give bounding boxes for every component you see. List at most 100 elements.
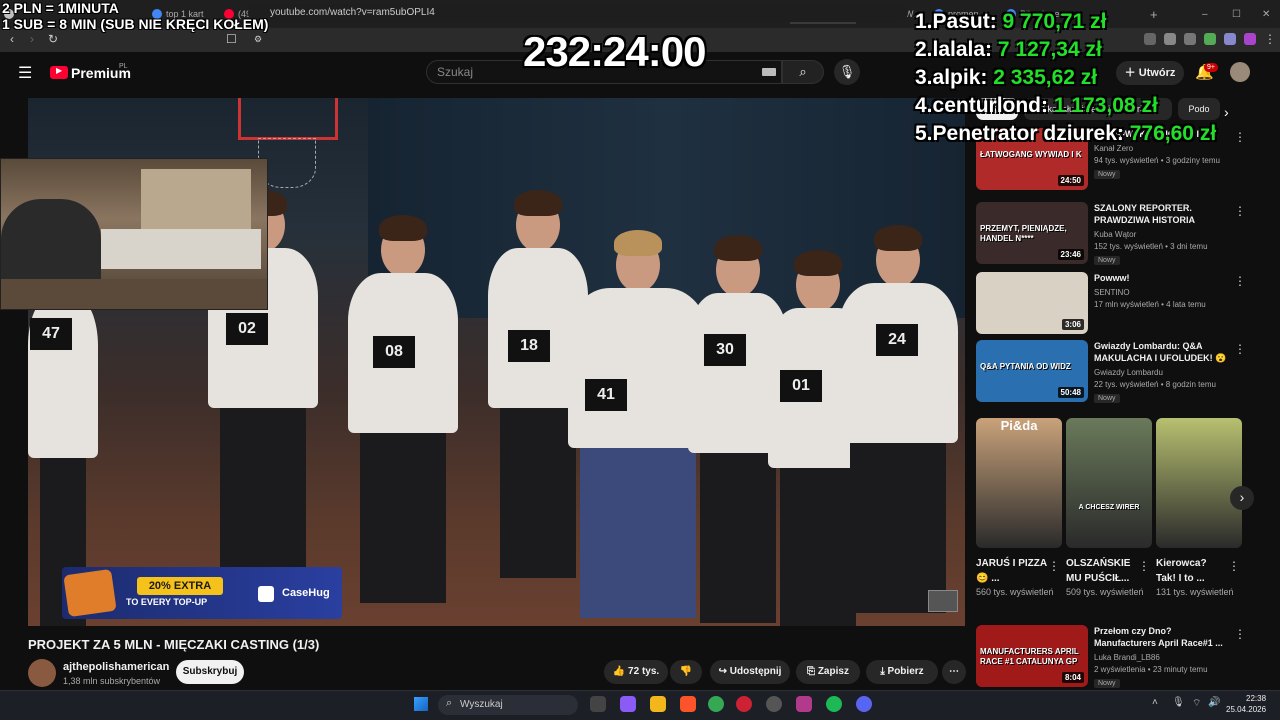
contestant-shirt bbox=[568, 288, 708, 448]
short-title[interactable]: OLSZAŃSKIE MU PUŚCIŁ... bbox=[1066, 556, 1138, 586]
more-options-icon[interactable]: ⋮ bbox=[1048, 559, 1060, 573]
subscriber-count: 1,38 mln subskrybentów bbox=[63, 676, 161, 686]
more-options-icon[interactable]: ⋮ bbox=[1234, 204, 1246, 218]
windows-start-icon[interactable] bbox=[414, 697, 428, 711]
mic-tray-icon[interactable]: 🎙 bbox=[1172, 697, 1185, 708]
reload-icon[interactable]: ↻ bbox=[48, 32, 58, 46]
related-video-meta: 22 tys. wyświetleń • 8 godzin temu bbox=[1094, 380, 1216, 389]
discord-icon[interactable] bbox=[856, 696, 872, 712]
copilot-icon[interactable] bbox=[620, 696, 636, 712]
opera-icon[interactable] bbox=[736, 696, 752, 712]
more-options-icon[interactable]: ⋮ bbox=[1228, 559, 1240, 573]
thumbs-down-icon: 👎 bbox=[679, 666, 693, 677]
shorts-next-button[interactable]: › bbox=[1230, 486, 1254, 510]
video-duration: 8:04 bbox=[1061, 672, 1084, 683]
wifi-icon[interactable]: ⌔ bbox=[1192, 697, 1201, 710]
leaderboard-row: 4.centurlond: 1 173,08 zł bbox=[915, 92, 1216, 120]
contestant-pants bbox=[500, 408, 576, 578]
obs-icon[interactable] bbox=[766, 696, 782, 712]
volume-icon[interactable]: 🔊 bbox=[1208, 697, 1220, 708]
dislike-button[interactable]: 👎 bbox=[670, 660, 702, 684]
related-video-channel[interactable]: Luka Brandi_LB86 bbox=[1094, 653, 1160, 662]
hamburger-menu-icon[interactable]: ☰ bbox=[18, 63, 32, 83]
system-clock[interactable]: 22:38 25.04.2026 bbox=[1226, 693, 1266, 715]
close-window-icon[interactable]: ✕ bbox=[1262, 4, 1270, 24]
related-video-item[interactable]: MANUFACTURERS APRIL RACE #1 CATALUNYA GP… bbox=[976, 625, 1266, 688]
search-button[interactable]: ⌕ bbox=[782, 60, 824, 84]
related-video-title[interactable]: Przełom czy Dno? Manufacturers April Rac… bbox=[1094, 625, 1234, 649]
bookmark-icon: ⎘ bbox=[807, 666, 818, 677]
site-info-icon[interactable]: ⚙ bbox=[254, 34, 262, 45]
account-avatar[interactable] bbox=[1230, 62, 1250, 82]
related-video-channel[interactable]: SENTINO bbox=[1094, 288, 1130, 297]
keyboard-icon[interactable] bbox=[762, 68, 776, 76]
more-actions-button[interactable]: ⋯ bbox=[942, 660, 966, 684]
channel-name[interactable]: ajthepolishamerican bbox=[63, 661, 169, 673]
voice-search-button[interactable]: 🎙 bbox=[834, 59, 860, 85]
subscribe-button[interactable]: Subskrybuj bbox=[176, 660, 244, 684]
back-icon[interactable]: ‹ bbox=[10, 32, 14, 46]
related-video-channel[interactable]: Kuba Wątor bbox=[1094, 230, 1136, 239]
task-view-icon[interactable] bbox=[590, 696, 606, 712]
address-bar[interactable]: youtube.com/watch?v=ram5ubOPLI4 bbox=[248, 4, 908, 22]
tray-chevron-icon[interactable]: ˄ bbox=[1152, 697, 1158, 708]
short-overlay-text: A CHCESZ WIRER bbox=[1078, 504, 1140, 511]
related-video-title[interactable]: SZALONY REPORTER. PRAWDZIWA HISTORIA bbox=[1094, 202, 1234, 226]
short-title[interactable]: JARUŚ I PIZZA 😊 ... bbox=[976, 556, 1048, 586]
contestant-number-tag: 41 bbox=[585, 379, 627, 411]
related-video-item[interactable]: 3:06 Powww! SENTINO 17 mln wyświetleń • 4 l… bbox=[976, 272, 1266, 334]
more-options-icon[interactable]: ⋮ bbox=[1234, 627, 1246, 641]
file-explorer-icon[interactable] bbox=[650, 696, 666, 712]
maximize-icon[interactable]: ☐ bbox=[1232, 4, 1241, 24]
video-thumbnail[interactable]: PRZEMYT, PIENIĄDZE, HANDEL N**** 23:46 bbox=[976, 202, 1088, 264]
short-thumbnail[interactable]: Pi&da bbox=[976, 418, 1062, 548]
extension-icon[interactable] bbox=[1224, 33, 1236, 45]
more-options-icon[interactable]: ⋮ bbox=[1234, 342, 1246, 356]
clock-date: 25.04.2026 bbox=[1226, 705, 1267, 714]
video-duration: 23:46 bbox=[1057, 249, 1084, 260]
save-button[interactable]: ⎘ Zapisz bbox=[796, 660, 860, 684]
contestant-hair bbox=[794, 250, 842, 276]
video-thumbnail[interactable]: MANUFACTURERS APRIL RACE #1 CATALUNYA GP… bbox=[976, 625, 1088, 687]
extension-icon[interactable] bbox=[1244, 33, 1256, 45]
more-options-icon[interactable]: ⋮ bbox=[1138, 559, 1150, 573]
donation-leaderboard: 1.Pasut: 9 770,71 zł 2.lalala: 7 127,34 z… bbox=[915, 8, 1216, 148]
related-video-channel[interactable]: Gwiazdy Lombardu bbox=[1094, 368, 1163, 377]
bookmark-icon[interactable]: ☐ bbox=[226, 32, 237, 46]
chips-next-icon[interactable]: › bbox=[1224, 104, 1229, 120]
related-video-title[interactable]: Gwiazdy Lombardu: Q&A MAKULACHA I UFOLUD… bbox=[1094, 340, 1234, 364]
more-options-icon[interactable]: ⋮ bbox=[1234, 274, 1246, 288]
subathon-timer: 232:24:00 bbox=[523, 28, 706, 75]
download-button[interactable]: ⤓ Pobierz bbox=[866, 660, 938, 684]
contestant-pants bbox=[850, 443, 946, 613]
app-icon[interactable] bbox=[796, 696, 812, 712]
forward-icon[interactable]: › bbox=[30, 32, 34, 46]
miniplayer-thumbnail[interactable] bbox=[928, 590, 958, 612]
download-label: Pobierz bbox=[887, 666, 924, 677]
video-thumbnail[interactable]: 3:06 bbox=[976, 272, 1088, 334]
brave-icon[interactable] bbox=[680, 696, 696, 712]
short-thumbnail[interactable] bbox=[1156, 418, 1242, 548]
related-video-item[interactable]: PRZEMYT, PIENIĄDZE, HANDEL N**** 23:46 SZA… bbox=[976, 202, 1266, 265]
share-button[interactable]: ↪ Udostępnij bbox=[710, 660, 790, 684]
channel-avatar[interactable] bbox=[28, 659, 56, 687]
leaderboard-amount: 7 127,34 zł bbox=[997, 38, 1102, 61]
spotify-icon[interactable] bbox=[826, 696, 842, 712]
short-views: 560 tys. wyświetleń bbox=[976, 587, 1054, 597]
short-thumbnail[interactable]: A CHCESZ WIRER bbox=[1066, 418, 1152, 548]
taskbar-search[interactable]: Wyszukaj bbox=[438, 695, 578, 715]
leaderboard-name: lalala: bbox=[932, 38, 993, 61]
leaderboard-row: 2.lalala: 7 127,34 zł bbox=[915, 36, 1216, 64]
more-options-icon[interactable]: ⋮ bbox=[1234, 130, 1246, 144]
leaderboard-amount: 1 173,08 zł bbox=[1053, 94, 1158, 117]
new-badge: Nowy bbox=[1094, 394, 1120, 403]
short-title[interactable]: Kierowca? Tak! I to ... bbox=[1156, 556, 1228, 586]
browser-menu-icon[interactable]: ⋮ bbox=[1264, 32, 1276, 46]
contestant-pants bbox=[360, 433, 446, 603]
contestant-number-tag: 24 bbox=[876, 324, 918, 356]
related-video-title[interactable]: Powww! bbox=[1094, 272, 1234, 284]
chrome-icon[interactable] bbox=[708, 696, 724, 712]
video-thumbnail[interactable]: Q&A PYTANIA OD WIDZ 50:48 bbox=[976, 340, 1088, 402]
like-button[interactable]: 👍 72 tys. bbox=[604, 660, 668, 684]
related-video-item[interactable]: Q&A PYTANIA OD WIDZ 50:48 Gwiazdy Lombardu… bbox=[976, 340, 1266, 403]
